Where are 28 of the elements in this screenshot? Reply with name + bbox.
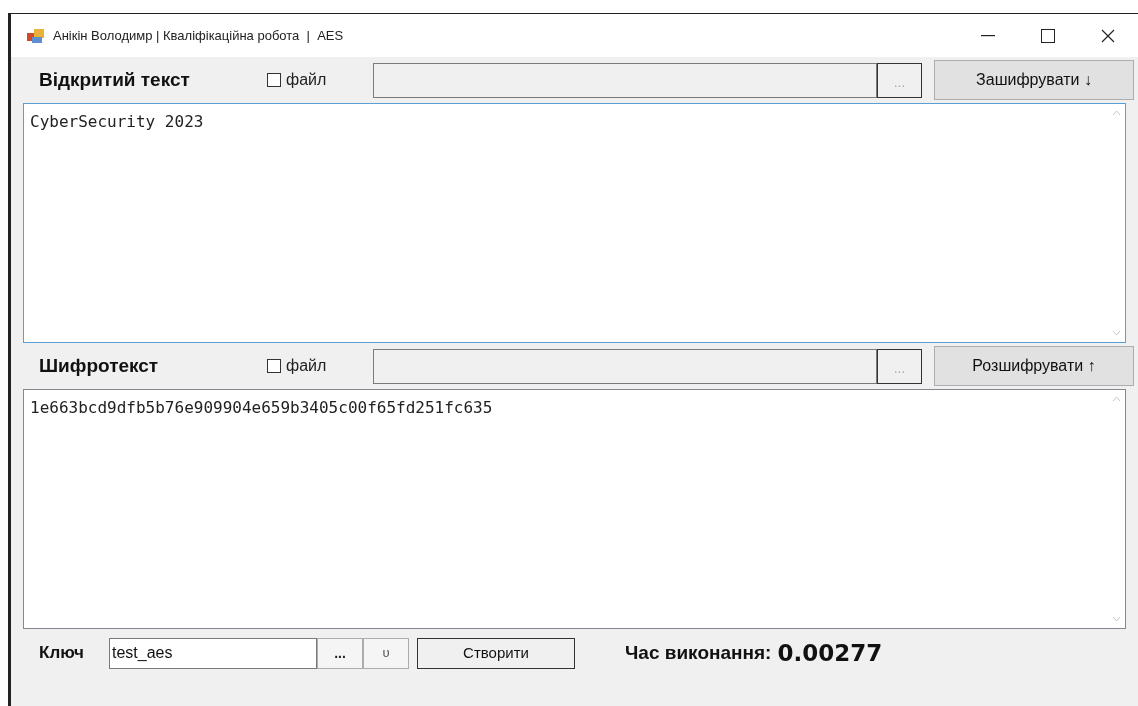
- timing-label: Час виконання:: [625, 640, 772, 665]
- minimize-icon: [981, 34, 995, 37]
- action-button[interactable]: Зашифрувати ↓: [934, 60, 1134, 100]
- window-title: Анікін Володимр | Кваліфікаційна робота | AES: [53, 26, 344, 45]
- file-checkbox[interactable]: файл: [267, 68, 373, 92]
- section-label: Відкритий текст: [39, 67, 191, 92]
- app-icon: [27, 27, 45, 44]
- file-path-field[interactable]: [373, 62, 877, 98]
- reset-button[interactable]: υ: [363, 637, 409, 669]
- scroll-up-icon[interactable]: [1112, 396, 1121, 402]
- maximize-icon: [1041, 28, 1055, 43]
- text-content: CyberSecurity 2023: [30, 112, 204, 131]
- text-area[interactable]: CyberSecurity 2023: [23, 103, 1126, 343]
- scroll-down-icon[interactable]: [1112, 330, 1121, 336]
- close-icon: [1101, 28, 1115, 43]
- section-label: Шифротекст: [39, 353, 160, 378]
- text-content: 1e663bcd9dfb5b76e909904e659b3405c00f65fd251fc635: [30, 398, 493, 417]
- scroll-down-icon[interactable]: [1112, 616, 1121, 622]
- create-button[interactable]: Створити: [417, 637, 575, 669]
- timing-value: 0.00277: [777, 638, 883, 668]
- key-field[interactable]: test_aes: [109, 637, 317, 669]
- browse-button[interactable]: ...: [317, 637, 363, 669]
- scroll-up-icon[interactable]: [1112, 110, 1121, 116]
- file-path-field[interactable]: [373, 348, 877, 384]
- action-button[interactable]: Розшифрувати ↑: [934, 346, 1134, 386]
- key-label: Ключ: [39, 642, 85, 665]
- text-area[interactable]: 1e663bcd9dfb5b76e909904e659b3405c00f65fd251fc635: [23, 389, 1126, 629]
- file-checkbox[interactable]: файл: [267, 354, 373, 378]
